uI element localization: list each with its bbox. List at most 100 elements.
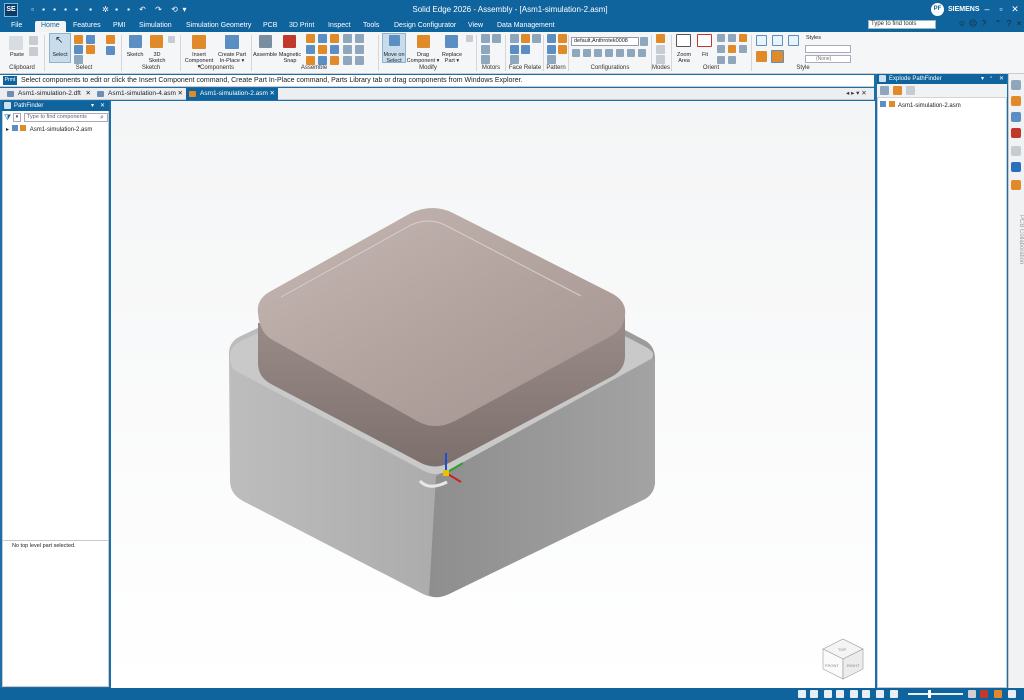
graphics-viewport[interactable]: TOP FRONT RIGHT <box>111 101 875 688</box>
relate-axial-icon[interactable] <box>330 34 339 43</box>
status-shade-icon[interactable] <box>862 690 870 698</box>
modify-more-icon[interactable] <box>466 35 473 42</box>
relate-cam-icon[interactable] <box>318 56 327 65</box>
face-relate-6-icon[interactable] <box>510 55 519 64</box>
face-relate-2-icon[interactable] <box>521 34 530 43</box>
paste-icon[interactable] <box>9 36 23 50</box>
cut-icon[interactable] <box>29 36 38 45</box>
zoom-slider[interactable] <box>908 693 963 695</box>
magnetic-snap-icon[interactable] <box>283 35 296 48</box>
relate-gear-icon[interactable] <box>330 56 339 65</box>
tab-simulation[interactable]: Simulation <box>139 21 172 32</box>
quick-access-dropdown-icon[interactable]: ▾ <box>180 5 189 14</box>
pattern-along-curve-icon[interactable] <box>547 45 556 54</box>
pattern-circular-icon[interactable] <box>558 34 567 43</box>
redo-icon[interactable]: ↷ <box>154 5 163 14</box>
save-icon[interactable]: ▪ <box>50 5 59 14</box>
view-cube-front-icon[interactable] <box>788 35 799 46</box>
status-fit-icon[interactable] <box>850 690 858 698</box>
pathfinder-close-icon[interactable]: ✕ <box>100 102 105 109</box>
copy-icon[interactable] <box>29 47 38 56</box>
drag-component-label-2[interactable]: Component ▾ <box>406 58 440 64</box>
relate-parallel-icon[interactable] <box>343 34 352 43</box>
relate-tangent-icon[interactable] <box>306 56 315 65</box>
status-cube-icon[interactable] <box>876 690 884 698</box>
pathfinder-splitter[interactable] <box>2 540 109 541</box>
dock-parts-icon[interactable] <box>1011 128 1021 138</box>
print-icon[interactable]: ▪ <box>72 5 81 14</box>
style-none-select[interactable]: (None) <box>805 55 851 63</box>
pattern-mirror-icon[interactable] <box>558 45 567 54</box>
tree-expand-icon[interactable]: ▸ <box>6 127 9 133</box>
drag-component-icon[interactable] <box>417 35 430 48</box>
dock-layers-icon[interactable] <box>1011 112 1021 122</box>
config-tool-4-icon[interactable] <box>605 49 613 57</box>
motor-simulate-icon[interactable] <box>481 45 490 54</box>
minimize-icon[interactable]: – <box>982 4 992 14</box>
view-previous-icon[interactable] <box>717 45 725 53</box>
status-zoom-icon[interactable] <box>810 690 818 698</box>
select-set-icon[interactable] <box>74 55 83 64</box>
doc-tab-asm-2[interactable]: Asm1-simulation-2.asm ✕ <box>186 88 278 100</box>
search-icon[interactable]: ⌕ <box>100 114 104 122</box>
sketch-more-icon[interactable] <box>168 36 175 43</box>
explode-parts-icon[interactable] <box>893 86 902 95</box>
assemble-icon[interactable] <box>259 35 272 48</box>
motor-record-icon[interactable] <box>481 55 490 64</box>
relate-insert-icon[interactable] <box>306 45 315 54</box>
explode-layers-icon[interactable] <box>880 86 889 95</box>
dock-web-icon[interactable] <box>1011 162 1021 172</box>
styles-select[interactable] <box>805 45 851 53</box>
replace-part-icon[interactable] <box>445 35 458 48</box>
relate-align-icon[interactable] <box>318 34 327 43</box>
explode-panel-close-icon[interactable]: ✕ <box>999 75 1004 82</box>
explode-flag-icon[interactable] <box>906 86 915 95</box>
select-filter-icon[interactable] <box>86 35 95 44</box>
pattern-duplicate-icon[interactable] <box>547 55 556 64</box>
face-relate-3-icon[interactable] <box>532 34 541 43</box>
close-icon[interactable]: ✕ <box>1010 4 1020 14</box>
relate-angle-icon[interactable] <box>330 45 339 54</box>
move-on-select-label-2[interactable]: Select <box>382 58 406 64</box>
shaded-icon[interactable] <box>771 50 784 63</box>
config-tool-2-icon[interactable] <box>583 49 591 57</box>
dock-library-icon[interactable] <box>1011 80 1021 90</box>
config-tool-7-icon[interactable] <box>638 49 646 57</box>
tab-view[interactable]: View <box>468 21 483 32</box>
visibility-checkbox-icon[interactable] <box>880 101 886 107</box>
tab-home[interactable]: Home <box>35 21 66 32</box>
properties-icon[interactable]: ▪ <box>86 5 95 14</box>
motor-rotational-icon[interactable] <box>481 34 490 43</box>
styles-label[interactable]: Styles <box>806 35 821 41</box>
3d-sketch-button-label-2[interactable]: Sketch <box>146 58 168 64</box>
user-avatar[interactable]: PF <box>931 3 944 16</box>
config-tool-3-icon[interactable] <box>594 49 602 57</box>
new-file-icon[interactable]: ▫ <box>28 5 37 14</box>
app-logo[interactable]: SE <box>4 3 18 17</box>
assemble-button-label[interactable]: Assemble <box>253 52 277 58</box>
view-spin-icon[interactable] <box>728 45 736 53</box>
config-tool-1-icon[interactable] <box>572 49 580 57</box>
tab-features[interactable]: Features <box>73 21 101 32</box>
status-record-icon[interactable] <box>980 690 988 698</box>
maximize-icon[interactable]: ▫ <box>996 4 1006 14</box>
feedback-happy-icon[interactable]: ☺ <box>957 19 967 29</box>
view-sketch-icon[interactable] <box>728 56 736 64</box>
doc-tab-close-icon[interactable]: ✕ <box>270 88 275 100</box>
fit-icon[interactable] <box>697 34 712 47</box>
sketch-icon[interactable] <box>129 35 142 48</box>
face-relate-4-icon[interactable] <box>510 45 519 54</box>
repeat-icon[interactable]: ⟲ <box>170 5 179 14</box>
status-notification-icon[interactable] <box>1008 690 1016 698</box>
tab-simulation-geometry[interactable]: Simulation Geometry <box>186 21 251 32</box>
relate-connect-icon[interactable] <box>318 45 327 54</box>
mode-assembly-icon[interactable] <box>656 34 665 43</box>
face-relate-5-icon[interactable] <box>521 45 530 54</box>
status-pan-icon[interactable] <box>824 690 832 698</box>
visibility-checkbox-icon[interactable] <box>11 125 18 131</box>
create-part-label-2[interactable]: In-Place ▾ <box>216 58 248 64</box>
face-relate-1-icon[interactable] <box>510 34 519 43</box>
view-cube-iso-icon[interactable] <box>756 35 767 46</box>
tab-inspect[interactable]: Inspect <box>328 21 351 32</box>
undo-icon[interactable]: ↶ <box>138 5 147 14</box>
